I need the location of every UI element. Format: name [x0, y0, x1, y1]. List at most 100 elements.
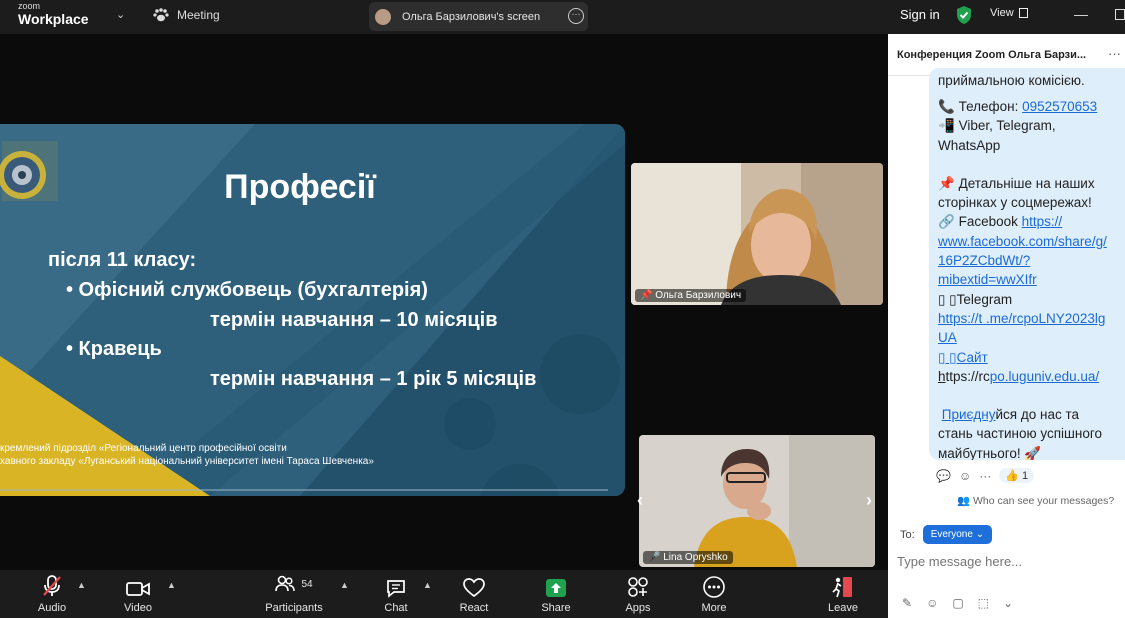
microphone-muted-icon [43, 575, 61, 596]
chat-title: Конференция Zoom Ольга Барзи... [897, 49, 1087, 61]
next-page-arrow-icon[interactable]: › [866, 490, 872, 511]
more-label: More [701, 602, 727, 614]
audio-button[interactable]: Audio [30, 570, 74, 618]
top-bar: zoom Workplace ⌄ Meeting Ольга Барзилови… [0, 0, 1125, 34]
slide-line-after-grade: після 11 класу: [48, 249, 197, 271]
facebook-link-3[interactable]: 16P2ZCbdWt/? [938, 253, 1030, 268]
message-join-line-3: майбутнього! 🚀 [938, 445, 1042, 460]
minimize-icon[interactable]: — [1074, 6, 1088, 22]
participants-options-caret-icon[interactable]: ▲ [340, 580, 349, 590]
message-whatsapp-line: WhatsApp [938, 137, 1001, 153]
thumbs-up-reaction[interactable]: 👍 1 [999, 468, 1035, 483]
more-dots-icon [703, 576, 725, 598]
chat-label: Chat [384, 602, 408, 614]
screenshot-icon[interactable]: ⬚ [978, 596, 989, 610]
message-reactions-row: 💬 ☺ ··· 👍 1 [936, 468, 1035, 483]
leave-door-icon [832, 577, 852, 598]
reply-icon[interactable]: 💬 [936, 469, 951, 483]
more-actions-icon[interactable]: ··· [979, 469, 991, 483]
facebook-link-1[interactable]: https:// [1022, 214, 1063, 229]
chevron-down-icon[interactable]: ⌄ [1003, 596, 1013, 610]
message-site-line: ▯ ▯Сайт [938, 348, 1107, 367]
message-telegram-line: ▯ ▯Telegram [938, 291, 1013, 307]
share-button[interactable]: Share [538, 570, 574, 618]
chat-message-text: приймальною комісією. 📞 Телефон: 0952570… [938, 73, 1107, 460]
participant-tile-lina[interactable]: 🎤 Lina Opryshko [639, 435, 875, 567]
slide-line-term-1-year: термін навчання – 1 рік 5 місяців [210, 368, 537, 390]
screen-share-indicator[interactable]: Ольга Барзилович's screen ··· [369, 2, 588, 31]
leave-label: Leave [828, 602, 858, 614]
leave-button[interactable]: Leave [825, 570, 861, 618]
slide-title: Професії [224, 168, 376, 206]
more-options-icon[interactable]: ··· [568, 8, 584, 24]
message-join-line-2: стань частиною успішного [938, 426, 1102, 442]
chat-button[interactable]: Chat [378, 570, 414, 618]
missing-glyph-icon: ▯ ▯ [938, 291, 957, 307]
join-link[interactable]: Приєдну [942, 407, 996, 422]
participant-video-olga [631, 163, 883, 305]
participant-name-lina: 🎤 Lina Opryshko [643, 551, 733, 564]
participants-count: 54 [301, 578, 313, 590]
participants-icon [275, 575, 296, 592]
message-details-line: 📌 Детальніше на наших [938, 175, 1095, 191]
slide-footer-line-1: кремлений підрозділ «Регіональний центр … [0, 443, 287, 454]
message-input[interactable] [897, 554, 1117, 569]
shield-check-icon[interactable] [955, 5, 973, 25]
participants-label: Participants [265, 602, 323, 614]
message-facebook-line: 🔗 Facebook https:// [938, 214, 1063, 230]
react-button[interactable]: React [456, 570, 492, 618]
maximize-icon[interactable] [1115, 9, 1125, 20]
zoom-workplace-logo[interactable]: zoom Workplace [18, 1, 89, 27]
phone-link[interactable]: 0952570653 [1022, 99, 1097, 114]
message-phone-line: 📞 Телефон: 0952570653 [938, 99, 1098, 114]
site-link[interactable]: po.luguniv.edu.ua/ [990, 369, 1099, 384]
meeting-menu[interactable]: Meeting [153, 8, 220, 22]
sign-in-link[interactable]: Sign in [900, 7, 940, 22]
format-pen-icon[interactable]: ✎ [902, 596, 912, 610]
participants-button[interactable]: 54 Participants [258, 570, 330, 618]
participant-tile-olga[interactable]: 📌 Ольга Барзилович [631, 163, 883, 305]
presenter-avatar [375, 8, 391, 25]
facebook-link-2[interactable]: www.facebook.com/share/g/ [938, 234, 1107, 249]
chat-tools-row: ✎ ☺ ▢ ⬚ ⌄ [902, 596, 1013, 610]
apps-label: Apps [625, 602, 651, 614]
site-label-link[interactable]: Сайт [957, 350, 988, 365]
who-can-see-messages[interactable]: 👥 Who can see your messages? [957, 494, 1114, 507]
to-label: To: [900, 528, 915, 541]
apps-button[interactable]: Apps [620, 570, 656, 618]
telegram-link-2[interactable]: UA [938, 330, 957, 345]
chat-options-caret-icon[interactable]: ▲ [423, 580, 432, 590]
recipient-dropdown[interactable]: Everyone ⌄ [922, 525, 993, 544]
video-camera-icon [126, 582, 150, 596]
link-icon: 🔗 [938, 214, 955, 230]
meeting-label: Meeting [177, 8, 220, 22]
audio-label: Audio [37, 602, 67, 614]
pushpin-icon: 📌 [938, 175, 955, 191]
chat-panel: Конференция Zoom Ольга Барзи... ··· прий… [888, 34, 1125, 618]
facebook-link-4[interactable]: mibextid=wwXIfr [938, 272, 1037, 287]
logo-zoom-text: zoom [18, 1, 41, 11]
rocket-icon: 🚀 [1024, 445, 1042, 460]
video-options-caret-icon[interactable]: ▲ [167, 580, 176, 590]
more-button[interactable]: More [696, 570, 732, 618]
add-reaction-icon[interactable]: ☺ [959, 469, 971, 483]
screen-share-label: Ольга Барзилович's screen [402, 10, 541, 23]
chat-bubble-icon [387, 580, 405, 598]
video-label: Video [124, 602, 152, 614]
share-screen-icon [546, 579, 566, 597]
shared-screen-slide: Професії після 11 класу: • Офісний служб… [0, 124, 625, 496]
chat-options-icon[interactable]: ··· [1108, 46, 1121, 61]
share-label: Share [541, 602, 571, 614]
video-button[interactable]: Video [116, 570, 160, 618]
paw-icon [153, 8, 169, 22]
telegram-link-1[interactable]: https://t .me/rcpoLNY2023lg [938, 311, 1105, 326]
view-button[interactable]: View [990, 7, 1028, 19]
message-site-url-line: https://rcpo.luguniv.edu.ua/ [938, 368, 1100, 384]
emoji-icon[interactable]: ☺ [926, 596, 938, 610]
chevron-down-icon[interactable]: ⌄ [116, 8, 125, 21]
missing-glyph-link-icon[interactable]: ▯ ▯ [938, 350, 957, 365]
view-label: View [990, 7, 1014, 19]
audio-options-caret-icon[interactable]: ▲ [77, 580, 86, 590]
previous-page-arrow-icon[interactable]: ‹ [637, 490, 643, 511]
file-icon[interactable]: ▢ [952, 596, 963, 610]
